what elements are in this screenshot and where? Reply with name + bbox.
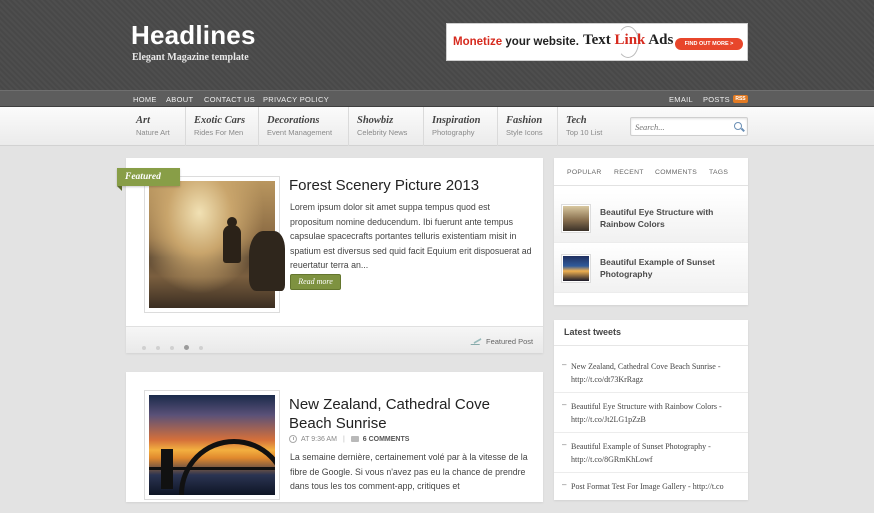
slider-dot[interactable] <box>199 346 203 350</box>
slider-dot[interactable] <box>142 346 146 350</box>
bullet-icon: – <box>562 440 567 449</box>
nav-about-link[interactable]: ABOUT <box>166 95 193 104</box>
tab-popular[interactable]: POPULAR <box>567 169 602 176</box>
slider-dot-active[interactable] <box>184 345 189 350</box>
tabbed-widget: POPULAR RECENT COMMENTS TAGS Beautiful E… <box>554 158 748 305</box>
ad-brand: Text Link Ads <box>583 32 674 48</box>
featured-post-thumbnail[interactable] <box>144 176 285 313</box>
category-title: Inspiration <box>432 115 481 126</box>
category-tech[interactable]: Tech Top 10 List <box>557 107 617 146</box>
post-thumbnail[interactable] <box>144 390 280 500</box>
post-comments-link[interactable]: 6 COMMENTS <box>363 436 410 443</box>
bullet-icon: – <box>562 400 567 409</box>
category-decorations[interactable]: Decorations Event Management <box>258 107 348 146</box>
site-tagline: Elegant Magazine template <box>132 52 249 63</box>
category-title: Exotic Cars <box>194 115 246 126</box>
clock-icon <box>289 435 297 443</box>
bridge-pylon-shape <box>161 449 173 489</box>
rss-icon[interactable]: RSS <box>733 95 748 103</box>
category-art[interactable]: Art Nature Art <box>127 107 185 146</box>
slider-dots <box>142 337 213 355</box>
latest-tweets-widget: Latest tweets – New Zealand, Cathedral C… <box>554 320 748 500</box>
tab-tags[interactable]: TAGS <box>709 169 728 176</box>
bullet-icon: – <box>562 360 567 369</box>
category-title: Decorations <box>267 115 320 126</box>
popular-item[interactable]: Beautiful Example of Sunset Photography <box>554 243 748 293</box>
tweet-item: – Beautiful Eye Structure with Rainbow C… <box>554 393 748 433</box>
category-title: Showbiz <box>357 115 394 126</box>
tweet-item: – Beautiful Example of Sunset Photograph… <box>554 433 748 473</box>
category-subtitle: Top 10 List <box>566 128 603 137</box>
top-nav: HOME ABOUT CONTACT US PRIVACY POLICY EMA… <box>0 90 874 107</box>
popular-item-title[interactable]: Beautiful Example of Sunset Photography <box>600 256 740 280</box>
tweet-text[interactable]: Beautiful Eye Structure with Rainbow Col… <box>571 400 743 426</box>
bullet-icon: – <box>562 480 567 489</box>
popular-item-title[interactable]: Beautiful Eye Structure with Rainbow Col… <box>600 206 740 230</box>
tab-recent[interactable]: RECENT <box>614 169 644 176</box>
nav-posts-link[interactable]: POSTS <box>703 95 730 104</box>
featured-post-label: Featured Post <box>486 337 534 346</box>
ad-headline: Monetize your website. <box>453 36 579 48</box>
category-title: Art <box>136 115 151 126</box>
category-fashion[interactable]: Fashion Style Icons <box>497 107 557 146</box>
category-subtitle: Event Management <box>267 128 333 137</box>
nav-email-link[interactable]: EMAIL <box>669 95 693 104</box>
featured-post-excerpt: Lorem ipsum dolor sit amet suppa tempus … <box>290 202 532 270</box>
popular-item[interactable]: Beautiful Eye Structure with Rainbow Col… <box>554 193 748 243</box>
nav-privacy-link[interactable]: PRIVACY POLICY <box>263 95 329 104</box>
featured-image <box>149 181 285 308</box>
nav-home-link[interactable]: HOME <box>133 95 157 104</box>
featured-ribbon: Featured <box>117 168 180 191</box>
search-input[interactable] <box>635 120 727 133</box>
ad-find-out-more-button[interactable]: FIND OUT MORE > <box>675 38 743 50</box>
category-exotic-cars[interactable]: Exotic Cars Rides For Men <box>185 107 258 146</box>
category-subtitle: Celebrity News <box>357 128 408 137</box>
slider-dot[interactable] <box>170 346 174 350</box>
post-time: AT 9:36 AM <box>301 435 337 443</box>
slider-dot[interactable] <box>156 346 160 350</box>
meta-separator: | <box>342 435 345 443</box>
category-nav: Art Nature Art Exotic Cars Rides For Men… <box>0 107 874 146</box>
category-subtitle: Rides For Men <box>194 128 244 137</box>
pen-icon <box>470 337 483 345</box>
tab-comments[interactable]: COMMENTS <box>655 169 697 176</box>
widget-tabs: POPULAR RECENT COMMENTS TAGS <box>554 158 748 186</box>
post-excerpt: La semaine dernière, certainement volé p… <box>290 452 528 491</box>
tweet-text[interactable]: Beautiful Example of Sunset Photography … <box>571 440 743 466</box>
category-title: Fashion <box>506 115 543 126</box>
nav-contact-link[interactable]: CONTACT US <box>204 95 255 104</box>
site-header: Headlines Elegant Magazine template Mone… <box>0 0 874 90</box>
widget-title: Latest tweets <box>564 327 622 337</box>
person-silhouette <box>223 225 241 263</box>
divider <box>554 345 748 346</box>
post-title[interactable]: New Zealand, Cathedral Cove Beach Sunris… <box>289 395 534 433</box>
post-meta: AT 9:36 AM | 6 COMMENTS <box>289 435 409 443</box>
category-showbiz[interactable]: Showbiz Celebrity News <box>348 107 423 146</box>
popular-item-thumbnail[interactable] <box>561 254 591 283</box>
read-more-button[interactable]: Read more <box>290 274 341 290</box>
tweet-text[interactable]: New Zealand, Cathedral Cove Beach Sunris… <box>571 360 743 386</box>
featured-post-footer: Featured Post <box>126 326 543 353</box>
popular-item-thumbnail[interactable] <box>561 204 591 233</box>
category-title: Tech <box>566 115 587 126</box>
category-subtitle: Style Icons <box>506 128 543 137</box>
rock-shape <box>249 231 285 291</box>
featured-post-title[interactable]: Forest Scenery Picture 2013 <box>289 176 534 195</box>
search-box <box>630 117 748 136</box>
site-title[interactable]: Headlines <box>131 20 256 51</box>
category-subtitle: Nature Art <box>136 128 170 137</box>
post-image <box>149 395 275 495</box>
ad-banner[interactable]: Monetize your website. Text Link Ads FIN… <box>446 23 748 61</box>
search-icon[interactable] <box>734 122 742 130</box>
category-inspiration[interactable]: Inspiration Photography <box>423 107 497 146</box>
tweet-item: – Post Format Test For Image Gallery - h… <box>554 473 748 513</box>
tweet-item: – New Zealand, Cathedral Cove Beach Sunr… <box>554 353 748 393</box>
category-subtitle: Photography <box>432 128 475 137</box>
tweet-text[interactable]: Post Format Test For Image Gallery - htt… <box>571 480 743 493</box>
comment-icon <box>350 436 359 442</box>
